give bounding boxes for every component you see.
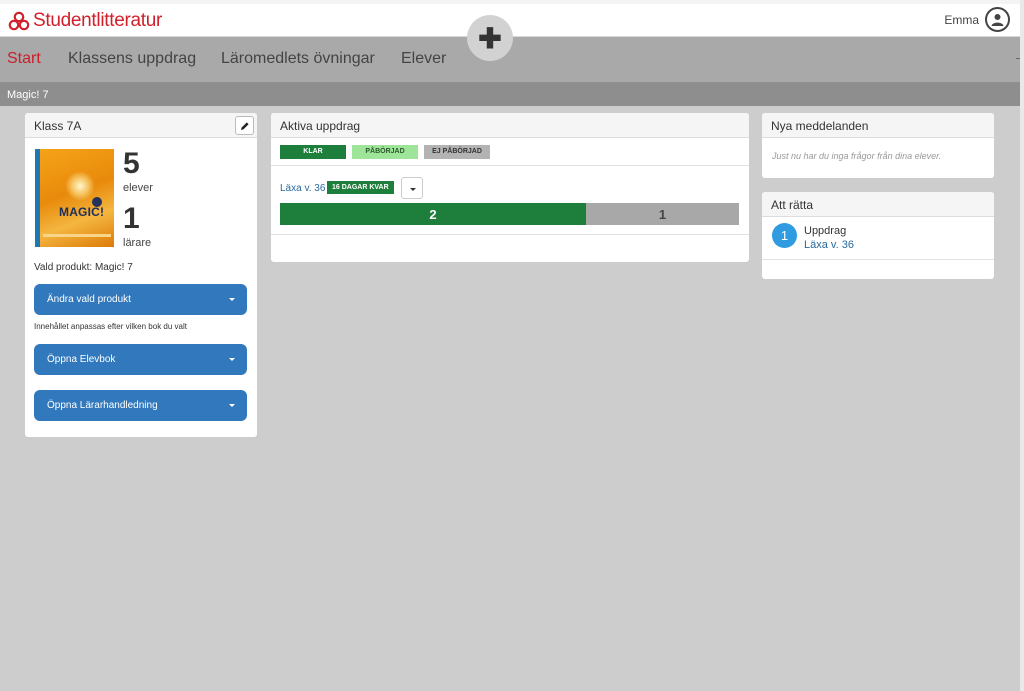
nav-elever[interactable]: Elever <box>401 50 446 68</box>
task-progress-bar: 2 1 <box>280 203 739 225</box>
messages-panel: Nya meddelanden Just nu har du inga fråg… <box>762 113 994 178</box>
chevron-down-icon <box>410 188 416 191</box>
task-options-button[interactable] <box>401 177 423 199</box>
open-student-book-label: Öppna Elevbok <box>47 354 116 365</box>
user-name: Emma <box>944 12 979 27</box>
class-title: Klass 7A <box>34 119 82 133</box>
messages-header: Nya meddelanden <box>762 113 994 138</box>
plus-icon: ✚ <box>478 22 502 54</box>
students-count: 5 <box>123 147 140 180</box>
students-label: elever <box>123 182 153 194</box>
breadcrumb: Magic! 7 <box>0 82 1020 106</box>
change-product-label: Ändra vald produkt <box>47 294 131 305</box>
brand-logo[interactable]: Studentlitteratur <box>8 10 162 32</box>
messages-empty-text: Just nu har du inga frågor från dina ele… <box>772 151 942 161</box>
change-product-button[interactable]: Ändra vald produkt <box>34 284 247 315</box>
active-tasks-header: Aktiva uppdrag <box>271 113 749 138</box>
to-grade-title: Att rätta <box>771 198 814 212</box>
brand-name: Studentlitteratur <box>33 10 163 31</box>
open-teacher-guide-button[interactable]: Öppna Lärarhandledning <box>34 390 247 421</box>
divider <box>762 259 994 260</box>
to-grade-header: Att rätta <box>762 192 994 217</box>
done-count: 2 <box>429 206 437 222</box>
cover-title: MAGIC! <box>59 205 105 219</box>
not-started-count: 1 <box>658 206 667 222</box>
user-avatar-icon[interactable] <box>985 7 1010 32</box>
task-link[interactable]: Läxa v. 36 <box>280 183 325 194</box>
cover-footer-band <box>43 234 111 237</box>
active-tasks-title: Aktiva uppdrag <box>280 119 361 133</box>
to-grade-panel: Att rätta 1 Uppdrag Läxa v. 36 <box>762 192 994 279</box>
days-left-badge: 16 DAGAR KVAR <box>327 181 394 194</box>
selected-product: Vald produkt: Magic! 7 <box>34 262 133 273</box>
chevron-down-icon <box>229 404 235 407</box>
nav-laromedlets-ovningar[interactable]: Läromedlets övningar <box>221 50 375 68</box>
active-tasks-panel: Aktiva uppdrag KLAR PÅBÖRJAD EJ PÅBÖRJAD… <box>271 113 749 262</box>
cover-stripe <box>35 149 40 247</box>
product-cover-image: MAGIC! <box>35 149 114 247</box>
legend-started: PÅBÖRJAD <box>352 145 418 159</box>
cover-sparkle <box>65 171 95 201</box>
nav-start[interactable]: Start <box>7 50 41 68</box>
divider <box>271 234 749 235</box>
to-grade-item-link[interactable]: Läxa v. 36 <box>804 239 854 251</box>
class-panel: Klass 7A MAGIC! 5 elever 1 lärare Vald p… <box>25 113 257 437</box>
edit-class-button[interactable] <box>235 116 254 135</box>
pencil-icon <box>240 121 249 130</box>
window-right-edge <box>1020 0 1024 691</box>
class-panel-header: Klass 7A <box>25 113 257 138</box>
to-grade-item-label: Uppdrag <box>804 225 847 237</box>
open-student-book-button[interactable]: Öppna Elevbok <box>34 344 247 375</box>
teachers-label: lärare <box>123 237 152 249</box>
brand-knot-icon <box>8 11 30 31</box>
chevron-down-icon <box>229 298 235 301</box>
to-grade-count-badge: 1 <box>772 223 797 248</box>
divider <box>271 165 749 166</box>
messages-title: Nya meddelanden <box>771 119 869 133</box>
progress-not-started-segment: 1 <box>585 203 739 225</box>
chevron-down-icon <box>229 358 235 361</box>
user-menu[interactable]: Emma <box>944 7 1010 32</box>
progress-done-segment: 2 <box>280 203 586 225</box>
nav-klassens-uppdrag[interactable]: Klassens uppdrag <box>68 50 196 68</box>
add-button[interactable]: ✚ <box>467 15 513 61</box>
legend-done: KLAR <box>280 145 346 159</box>
legend-not-started: EJ PÅBÖRJAD <box>424 145 490 159</box>
open-teacher-guide-label: Öppna Lärarhandledning <box>47 400 158 411</box>
teachers-count: 1 <box>123 202 140 235</box>
content-note: Innehållet anpassas efter vilken bok du … <box>34 322 187 331</box>
